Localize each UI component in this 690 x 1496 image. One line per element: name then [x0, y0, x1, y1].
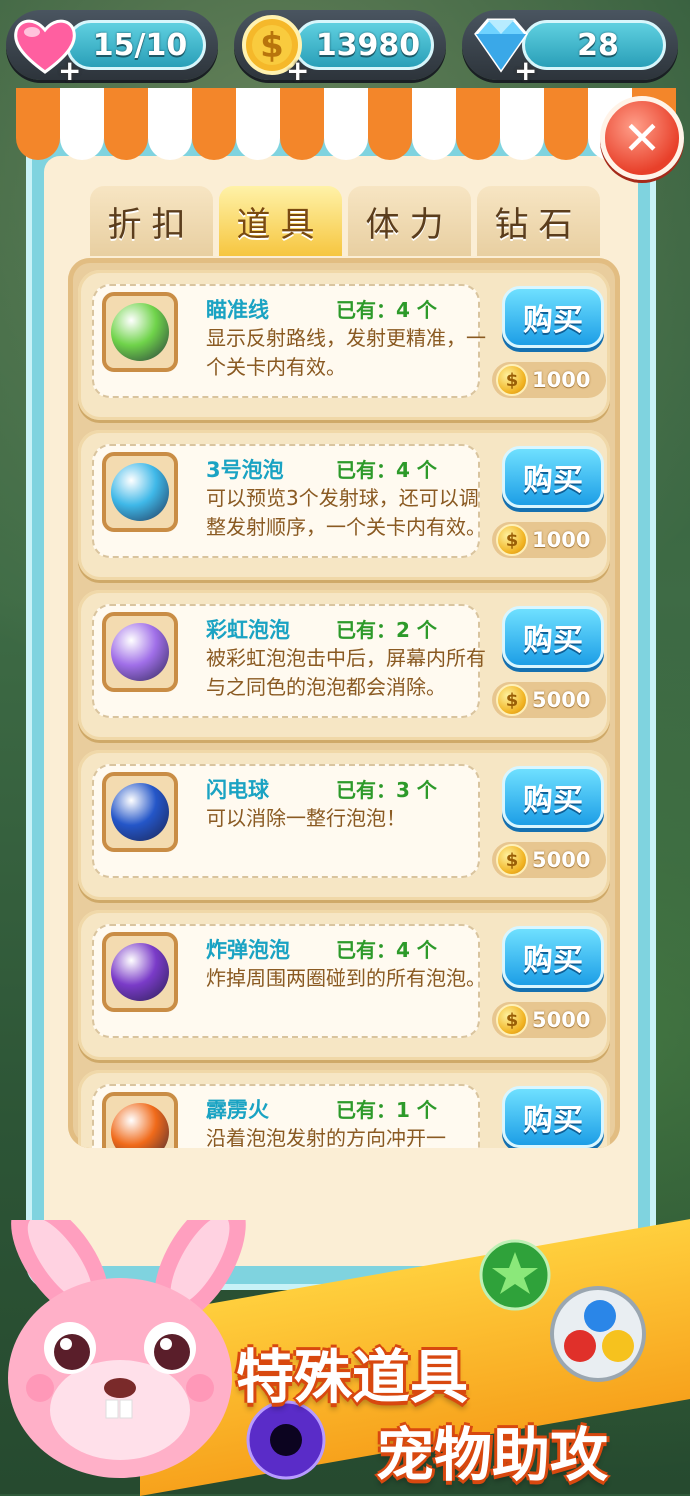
item-owned-count: 已有：4 个 — [336, 938, 437, 962]
tab-items[interactable]: 道具 — [219, 186, 342, 256]
buy-button[interactable]: 购买 — [502, 1086, 604, 1148]
item-price-value: 5000 — [532, 848, 591, 872]
buy-button[interactable]: 购买 — [502, 446, 604, 508]
rainbow-bubble-icon — [111, 623, 169, 681]
item-price: $ 1000 — [492, 522, 606, 558]
tab-discount[interactable]: 折扣 — [90, 186, 213, 256]
lightning-ball-icon — [111, 783, 169, 841]
triple-bubble-icon — [550, 1286, 646, 1382]
coins-counter[interactable]: 13980 $ + — [234, 10, 446, 87]
green-star-bubble-icon — [479, 1239, 551, 1311]
item-icon-frame — [102, 452, 178, 532]
item-list[interactable]: 瞄准线 已有：4 个 显示反射路线，发射更精准，一个关卡内有效。 购买 $ 10… — [68, 258, 620, 1148]
item-name: 霹雳火 — [206, 1098, 269, 1122]
item-icon-frame — [102, 292, 178, 372]
item-name: 3号泡泡 — [206, 458, 284, 482]
item-owned-count: 已有：2 个 — [336, 618, 437, 642]
item-price-value: 5000 — [532, 1008, 591, 1032]
shop-tabs: 折扣 道具 体力 钻石 — [90, 186, 600, 256]
item-price-value: 1000 — [532, 368, 591, 392]
coin-icon: $ — [496, 1004, 528, 1036]
item-icon-frame — [102, 772, 178, 852]
shop-item: 闪电球 已有：3 个 可以消除一整行泡泡！ 购买 $ 5000 — [78, 750, 610, 900]
item-owned-count: 已有：1 个 — [336, 1098, 437, 1122]
gems-counter[interactable]: 28 + — [462, 10, 678, 87]
resource-bar: 15/10 + 13980 $ + 28 + — [0, 0, 690, 96]
item-description: 被彩虹泡泡击中后，屏幕内所有与之同色的泡泡都会消除。 — [206, 646, 486, 699]
coin-icon: $ — [496, 364, 528, 396]
item-price-value: 1000 — [532, 528, 591, 552]
buy-button[interactable]: 购买 — [502, 926, 604, 988]
item-name: 闪电球 — [206, 778, 269, 802]
lives-counter[interactable]: 15/10 + — [6, 10, 218, 87]
fire-ball-icon — [111, 1103, 169, 1148]
tab-diamonds[interactable]: 钻石 — [477, 186, 600, 256]
item-icon-frame — [102, 612, 178, 692]
shop-item: 瞄准线 已有：4 个 显示反射路线，发射更精准，一个关卡内有效。 购买 $ 10… — [78, 270, 610, 420]
lives-value: 15/10 — [92, 27, 188, 63]
shop-item: 霹雳火 已有：1 个 沿着泡泡发射的方向冲开一 购买 $ — [78, 1070, 610, 1148]
item-price-value: 5000 — [532, 688, 591, 712]
item-description: 可以预览3个发射球，还可以调整发射顺序，一个关卡内有效。 — [206, 486, 486, 539]
coin-icon: $ — [496, 684, 528, 716]
item-price: $ 5000 — [492, 1002, 606, 1038]
add-coins-icon[interactable]: + — [286, 54, 309, 87]
promo-line-2: 宠物助攻 — [376, 1421, 609, 1489]
item-name: 炸弹泡泡 — [206, 938, 290, 962]
item-icon-frame — [102, 1092, 178, 1148]
promo-banner: 特殊道具 宠物助攻 — [0, 1210, 690, 1496]
shop-awning — [16, 88, 676, 160]
item-icon-frame — [102, 932, 178, 1012]
promo-line-1: 特殊道具 — [236, 1343, 469, 1411]
gems-value: 28 — [577, 27, 619, 63]
item-name: 彩虹泡泡 — [206, 618, 290, 642]
coin-icon: $ — [496, 524, 528, 556]
item-description: 沿着泡泡发射的方向冲开一 — [206, 1126, 446, 1148]
close-button[interactable]: ✕ — [600, 96, 684, 180]
item-description: 显示反射路线，发射更精准，一个关卡内有效。 — [206, 326, 486, 379]
shop-item: 3号泡泡 已有：4 个 可以预览3个发射球，还可以调整发射顺序，一个关卡内有效。… — [78, 430, 610, 580]
item-price: $ 1000 — [492, 362, 606, 398]
item-description: 可以消除一整行泡泡！ — [206, 806, 406, 830]
bomb-bubble-icon — [111, 943, 169, 1001]
buy-button[interactable]: 购买 — [502, 766, 604, 828]
bunny-mascot-icon — [8, 1220, 246, 1478]
add-gems-icon[interactable]: + — [514, 54, 537, 87]
buy-button[interactable]: 购买 — [502, 606, 604, 668]
buy-button[interactable]: 购买 — [502, 286, 604, 348]
item-name: 瞄准线 — [206, 298, 269, 322]
three-bubbles-icon — [111, 463, 169, 521]
coins-value: 13980 — [315, 27, 421, 63]
tab-stamina[interactable]: 体力 — [348, 186, 471, 256]
item-owned-count: 已有：4 个 — [336, 458, 437, 482]
aim-line-icon — [111, 303, 169, 361]
shop-item: 彩虹泡泡 已有：2 个 被彩虹泡泡击中后，屏幕内所有与之同色的泡泡都会消除。 购… — [78, 590, 610, 740]
item-description: 炸掉周围两圈碰到的所有泡泡。 — [206, 966, 486, 990]
item-price: $ 5000 — [492, 682, 606, 718]
item-price: $ 5000 — [492, 842, 606, 878]
add-lives-icon[interactable]: + — [58, 54, 81, 87]
item-owned-count: 已有：3 个 — [336, 778, 437, 802]
svg-text:$: $ — [260, 26, 284, 66]
coin-icon: $ — [496, 844, 528, 876]
shop-item: 炸弹泡泡 已有：4 个 炸掉周围两圈碰到的所有泡泡。 购买 $ 5000 — [78, 910, 610, 1060]
item-owned-count: 已有：4 个 — [336, 298, 437, 322]
